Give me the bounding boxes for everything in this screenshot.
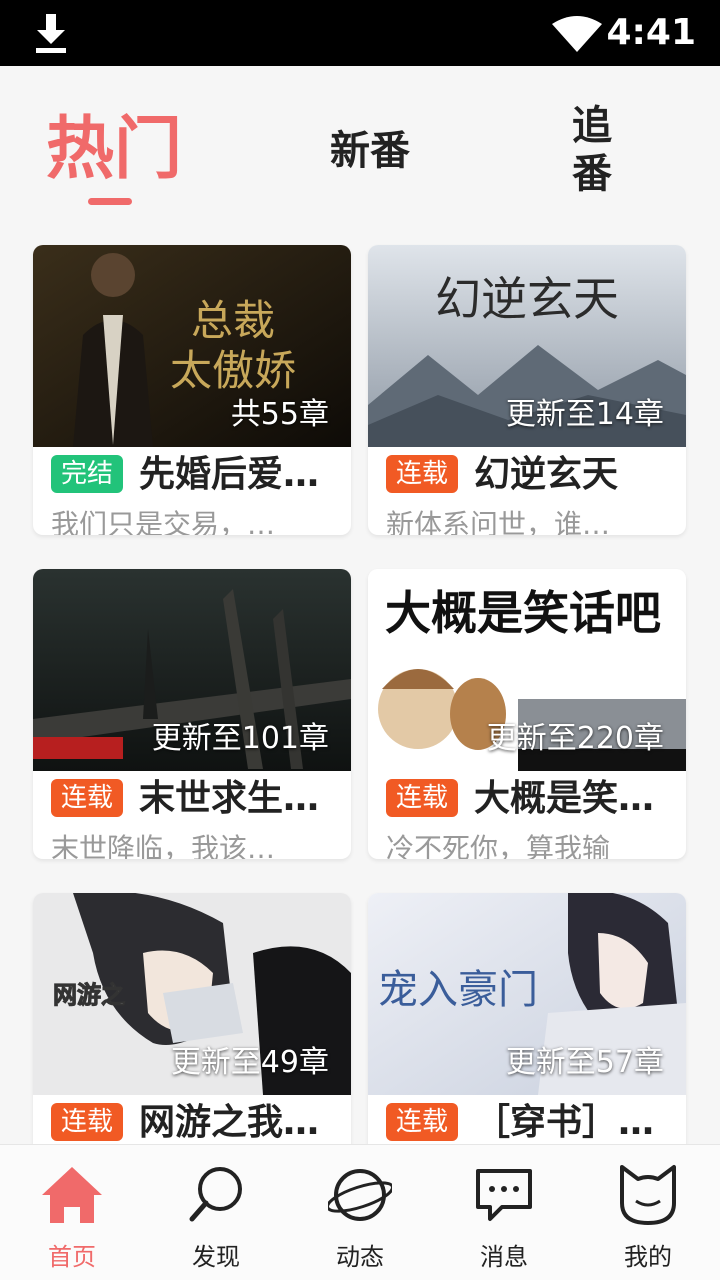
search-icon xyxy=(189,1167,242,1222)
status-time: 4:41 xyxy=(606,12,696,53)
status-badge: 完结 xyxy=(51,455,124,493)
status-bar: 4:41 xyxy=(0,0,720,66)
status-badge: 连载 xyxy=(386,455,459,493)
comic-title: 网游之我… xyxy=(139,1102,320,1143)
comic-cover: 总裁 太傲娇 共55章 xyxy=(33,245,351,447)
svg-text:幻逆玄天: 幻逆玄天 xyxy=(435,272,619,326)
comic-title: 幻逆玄天 xyxy=(474,454,619,495)
comic-cover: 大概是笑话吧 更新至220章 xyxy=(368,569,686,771)
tab-follow[interactable]: 追番 xyxy=(572,102,616,198)
nav-label: 发现 xyxy=(192,1243,240,1271)
comic-title: 先婚后爱… xyxy=(139,454,320,495)
nav-feed[interactable]: 动态 xyxy=(288,1145,432,1280)
chapter-count: 共55章 xyxy=(230,397,329,432)
comic-card[interactable]: 网游之 更新至49章 连载 网游之我… xyxy=(33,893,351,1183)
comic-description: 新体系问世，谁… xyxy=(386,508,611,535)
comic-cover: 网游之 更新至49章 xyxy=(33,893,351,1095)
status-badge: 连载 xyxy=(386,1103,459,1141)
message-icon xyxy=(476,1169,532,1221)
category-tabs: 热门 新番 追番 xyxy=(0,66,720,236)
chapter-count: 更新至57章 xyxy=(505,1045,664,1080)
bottom-navigation: 首页 发现 动态 消息 我的 xyxy=(0,1144,720,1280)
svg-text:大概是笑话吧: 大概是笑话吧 xyxy=(385,586,661,640)
tab-new[interactable]: 新番 xyxy=(330,126,410,176)
comic-card[interactable]: 幻逆玄天 更新至14章 连载 幻逆玄天 新体系问世，谁… xyxy=(368,245,686,535)
svg-text:太傲娇: 太傲娇 xyxy=(170,346,296,395)
comic-card[interactable]: 宠入豪门 更新至57章 连载 ［穿书］… xyxy=(368,893,686,1183)
svg-text:网游之: 网游之 xyxy=(53,981,125,1009)
chapter-count: 更新至14章 xyxy=(505,397,664,432)
comic-title: 末世求生… xyxy=(139,778,320,819)
cat-profile-icon xyxy=(620,1165,676,1225)
nav-label: 动态 xyxy=(336,1243,384,1271)
home-icon xyxy=(42,1167,102,1223)
status-badge: 连载 xyxy=(386,779,459,817)
comic-cover: 幻逆玄天 更新至14章 xyxy=(368,245,686,447)
comic-description: 我们只是交易，… xyxy=(51,508,276,535)
nav-discover[interactable]: 发现 xyxy=(144,1145,288,1280)
comic-cover: 宠入豪门 更新至57章 xyxy=(368,893,686,1095)
comic-card[interactable]: 大概是笑话吧 更新至220章 连载 大概是笑… 冷不死你，算我输 xyxy=(368,569,686,859)
comic-card[interactable]: 更新至101章 连载 末世求生… 末世降临，我该… xyxy=(33,569,351,859)
comic-cover: 更新至101章 xyxy=(33,569,351,771)
comic-title: 大概是笑… xyxy=(474,778,655,819)
chapter-count: 更新至101章 xyxy=(151,721,329,756)
nav-profile[interactable]: 我的 xyxy=(576,1145,720,1280)
chapter-count: 更新至220章 xyxy=(486,721,664,756)
active-tab-indicator xyxy=(88,198,132,205)
planet-icon xyxy=(328,1169,392,1221)
comic-title: ［穿书］… xyxy=(474,1102,655,1143)
status-badge: 连载 xyxy=(51,779,124,817)
download-icon xyxy=(36,14,66,53)
nav-label: 首页 xyxy=(48,1243,96,1271)
tab-hot[interactable]: 热门 xyxy=(46,110,182,190)
comic-card[interactable]: 总裁 太傲娇 共55章 完结 先婚后爱… 我们只是交易，… xyxy=(33,245,351,535)
wifi-icon xyxy=(552,16,602,52)
comic-description: 末世降临，我该… xyxy=(51,832,276,859)
chapter-count: 更新至49章 xyxy=(170,1045,329,1080)
comic-description: 冷不死你，算我输 xyxy=(386,832,611,859)
nav-home[interactable]: 首页 xyxy=(0,1145,144,1280)
status-badge: 连载 xyxy=(51,1103,124,1141)
nav-label: 我的 xyxy=(624,1243,672,1271)
svg-text:宠入豪门: 宠入豪门 xyxy=(378,967,538,1013)
nav-label: 消息 xyxy=(480,1243,528,1271)
svg-text:总裁: 总裁 xyxy=(191,296,275,345)
nav-messages[interactable]: 消息 xyxy=(432,1145,576,1280)
